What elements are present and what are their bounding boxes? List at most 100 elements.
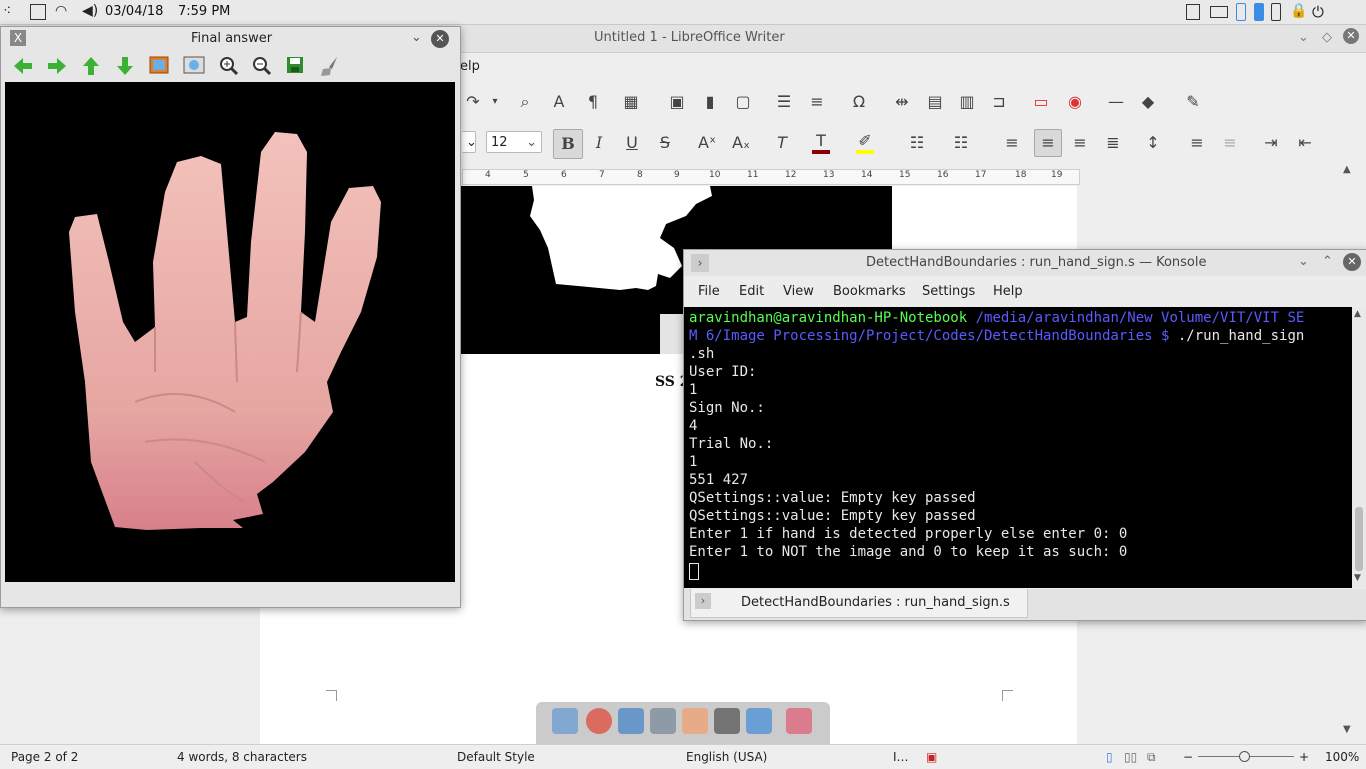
chevron-down-icon[interactable]: ⌄ <box>1298 30 1309 45</box>
arrow-down-icon[interactable] <box>115 55 135 77</box>
align-center-icon[interactable]: ≡ <box>1034 129 1062 157</box>
power-icon[interactable]: ⏻ <box>1312 3 1330 21</box>
draw-icon[interactable]: ✎ <box>1184 93 1202 111</box>
folder-app-icon[interactable] <box>618 708 644 734</box>
zoom-in-icon[interactable]: + <box>1299 750 1309 764</box>
spelling-icon[interactable]: A <box>550 93 568 111</box>
menu-edit[interactable]: Edit <box>739 284 764 299</box>
single-page-view-icon[interactable]: ▯ <box>1106 750 1113 764</box>
menu-view[interactable]: View <box>783 284 814 299</box>
menu-help[interactable]: elp <box>460 59 480 74</box>
horizontal-ruler[interactable]: 4 5 6 7 8 9 10 11 12 13 14 15 16 17 18 1… <box>462 169 1080 185</box>
strikethrough-button[interactable]: S <box>656 134 674 152</box>
show-desktop-icon[interactable] <box>30 4 46 20</box>
arrow-right-icon[interactable] <box>46 56 68 76</box>
clipboard-icon[interactable] <box>1186 4 1200 20</box>
anchor-app-icon[interactable] <box>552 708 578 734</box>
zoom-in-icon[interactable] <box>219 56 239 76</box>
book-view-icon[interactable]: ⧉ <box>1147 750 1156 765</box>
zoom-out-icon[interactable]: − <box>1183 750 1193 764</box>
menu-settings[interactable]: Settings <box>922 284 975 299</box>
table-icon[interactable]: ▦ <box>622 93 640 111</box>
basic-shapes-icon[interactable]: ◆ <box>1139 93 1157 111</box>
textbox-icon[interactable]: ▢ <box>734 93 752 111</box>
monitor-app-icon[interactable] <box>650 708 676 734</box>
line-icon[interactable]: — <box>1107 93 1125 111</box>
close-icon[interactable]: ✕ <box>1343 28 1359 44</box>
panel-date[interactable]: 03/04/18 <box>105 4 163 19</box>
zoom-slider-handle[interactable] <box>1239 751 1250 762</box>
menu-bookmarks[interactable]: Bookmarks <box>833 284 906 299</box>
viewer-titlebar[interactable]: X Final answer ⌄ ✕ <box>1 27 460 51</box>
arrow-up-icon[interactable] <box>81 55 101 77</box>
brush-icon[interactable] <box>319 55 341 77</box>
hyperlink-icon[interactable]: ⇹ <box>893 93 911 111</box>
highlight-icon[interactable]: ✐ <box>856 132 874 154</box>
special-character-icon[interactable]: Ω <box>850 93 868 111</box>
language[interactable]: English (USA) <box>686 750 767 764</box>
terminal-output[interactable]: aravindhan@aravindhan-HP-Notebook /media… <box>684 307 1352 588</box>
image-icon[interactable]: ▣ <box>668 93 686 111</box>
decrease-spacing-icon[interactable]: ≡ <box>1221 134 1239 152</box>
scroll-down-icon[interactable]: ▼ <box>1343 724 1351 735</box>
page-break-icon[interactable]: ☰ <box>775 93 793 111</box>
word-count[interactable]: 4 words, 8 characters <box>177 750 307 764</box>
lock-icon[interactable]: 🔒 <box>1290 3 1308 21</box>
superscript-button[interactable]: Aˣ <box>698 134 716 152</box>
app-launcher-icon[interactable]: ⁖ <box>3 3 21 21</box>
volume-icon[interactable]: ◀) <box>82 3 100 21</box>
redo-icon[interactable]: ↷ <box>464 93 482 111</box>
terminal-scrollbar[interactable]: ▲ ▼ <box>1352 307 1366 588</box>
keep-above-icon[interactable]: ◇ <box>1322 30 1332 45</box>
chevron-down-icon[interactable]: ▾ <box>486 93 504 111</box>
panel-time[interactable]: 7:59 PM <box>178 4 230 19</box>
chevron-down-icon[interactable]: ⌄ <box>1298 254 1309 269</box>
phone-icon[interactable] <box>1271 3 1281 21</box>
folder-pink-app-icon[interactable] <box>786 708 812 734</box>
fullscreen-icon[interactable] <box>183 56 205 74</box>
scroll-down-icon[interactable]: ▼ <box>1354 573 1361 583</box>
device-icon[interactable] <box>1254 3 1264 21</box>
numbered-list-icon[interactable]: ☷ <box>952 134 970 152</box>
close-icon[interactable]: ✕ <box>1343 253 1361 271</box>
italic-button[interactable]: I <box>590 134 608 152</box>
clear-formatting-button[interactable]: T <box>773 134 791 152</box>
menu-file[interactable]: File <box>698 284 720 299</box>
multi-page-view-icon[interactable]: ▯▯ <box>1124 750 1137 764</box>
decrease-indent-icon[interactable]: ⇤ <box>1296 134 1314 152</box>
wifi-icon[interactable]: ◠ <box>55 3 73 21</box>
battery-icon[interactable] <box>1210 6 1228 18</box>
brightness-icon[interactable] <box>1236 3 1246 21</box>
field-icon[interactable]: ≡ <box>808 93 826 111</box>
subscript-button[interactable]: Aₓ <box>732 134 750 152</box>
chart-icon[interactable]: ▮ <box>701 93 719 111</box>
zoom-out-icon[interactable] <box>252 56 272 76</box>
page-count[interactable]: Page 2 of 2 <box>11 750 78 764</box>
maximize-icon[interactable]: ⌃ <box>1322 254 1333 269</box>
terminal-app-icon[interactable] <box>714 708 740 734</box>
konsole-tab[interactable]: › DetectHandBoundaries : run_hand_sign.s <box>690 589 1028 618</box>
viewer-image-canvas[interactable] <box>5 82 455 582</box>
paragraph-spacing-icon[interactable]: ≡ <box>1188 134 1206 152</box>
chevron-down-icon[interactable]: ⌄ <box>411 30 422 45</box>
find-icon[interactable]: ⌕ <box>516 93 534 111</box>
align-left-icon[interactable]: ≡ <box>1003 134 1021 152</box>
scrollbar-thumb[interactable] <box>1355 507 1363 571</box>
save-icon[interactable] <box>286 56 304 74</box>
line-spacing-icon[interactable]: ↕ <box>1144 134 1162 152</box>
underline-button[interactable]: U <box>623 134 641 152</box>
bookmark-icon[interactable]: ⊐ <box>990 93 1008 111</box>
align-right-icon[interactable]: ≡ <box>1071 134 1089 152</box>
zoom-level[interactable]: 100% <box>1325 750 1359 764</box>
bold-button[interactable]: B <box>553 129 583 159</box>
track-changes-icon[interactable]: ◉ <box>1066 93 1084 111</box>
increase-indent-icon[interactable]: ⇥ <box>1262 134 1280 152</box>
font-size-combo[interactable]: 12 ⌄ <box>486 131 542 153</box>
font-color-icon[interactable]: T <box>812 132 830 154</box>
font-name-combo[interactable]: ⌄ <box>462 131 477 153</box>
arrow-left-icon[interactable] <box>12 56 34 76</box>
justify-icon[interactable]: ≣ <box>1104 134 1122 152</box>
scroll-up-icon[interactable]: ▲ <box>1354 309 1361 319</box>
office-app-icon[interactable] <box>682 708 708 734</box>
writer-app-icon[interactable] <box>746 708 772 734</box>
